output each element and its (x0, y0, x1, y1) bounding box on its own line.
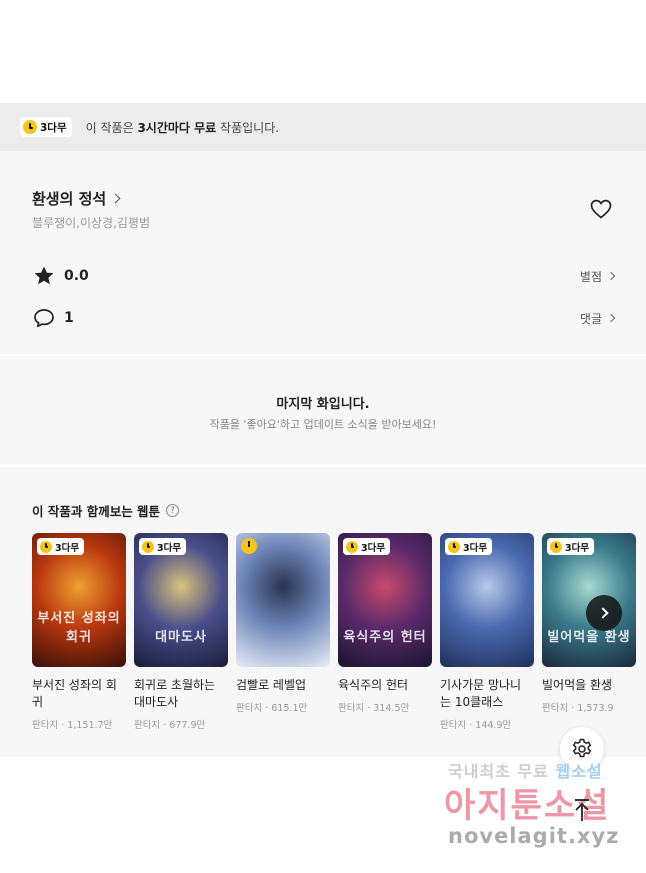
recommendation-meta: 판타지 · 615.1만 (236, 700, 330, 714)
meta-separator: · (568, 703, 578, 714)
recommendation-title: 기사가문 망나니는 10클래스 (440, 678, 522, 709)
clock-icon (346, 540, 358, 553)
chevron-right-icon (596, 607, 609, 619)
recommendation-views: 677.9만 (169, 720, 206, 731)
arrow-up-icon (575, 799, 589, 821)
cover-thumbnail: 3다무 (440, 533, 534, 667)
wait-free-badge-label: 3다무 (463, 542, 488, 554)
wait-free-badge: 3다무 (547, 538, 595, 555)
recommendation-meta: 판타지 · 144.9만 (440, 717, 534, 731)
wait-free-badge-label: 3다무 (55, 542, 80, 554)
work-info-section: 환생의 정석 블루쟁이,이상경,김평범 0.0 별점 1 댓글 (0, 151, 646, 354)
clock-icon (142, 540, 154, 553)
notice-prefix: 이 작품은 (85, 120, 138, 135)
recommendation-title: 부서진 성좌의 회귀 (32, 678, 117, 709)
recommendation-genre: 판타지 (542, 703, 569, 714)
recommendation-views: 1,151.7만 (67, 720, 113, 731)
recommendation-views: 144.9만 (475, 720, 512, 731)
rating-value: 0.0 (64, 268, 89, 284)
clock-icon (23, 120, 37, 134)
meta-separator: · (58, 720, 68, 731)
recommendation-genre: 판타지 (134, 720, 161, 731)
recommendation-card[interactable]: 3다무 부서진 성좌의 회귀 부서진 성좌의 회귀 판타지 · 1,151.7만 (32, 533, 126, 731)
chevron-right-icon (606, 271, 616, 281)
wait-free-badge-label: 3다무 (361, 542, 386, 554)
clock-icon (241, 538, 257, 554)
recommendation-meta: 판타지 · 1,573.9 (542, 700, 636, 714)
star-icon (34, 266, 54, 285)
recommendation-genre: 판타지 (32, 720, 59, 731)
rating-row: 0.0 별점 (32, 263, 616, 289)
recommendation-views: 615.1만 (271, 703, 308, 714)
free-notice-bar: 3다무 이 작품은 3시간마다 무료 작품입니다. (0, 103, 646, 151)
notice-emphasis: 3시간마다 무료 (137, 120, 217, 135)
recommendation-views: 1,573.9 (577, 703, 614, 714)
carousel-next-button[interactable] (586, 595, 622, 631)
cover-title-art: 부서진 성좌의 회귀 (37, 611, 121, 645)
clock-icon (550, 540, 562, 553)
help-icon[interactable]: ? (166, 504, 180, 517)
recommendation-meta: 판타지 · 314.5만 (338, 700, 432, 714)
comment-icon (34, 309, 54, 328)
recommendation-genre: 판타지 (440, 720, 467, 731)
clock-icon (40, 540, 52, 553)
recommendations-title: 이 작품과 함께보는 웹툰 ? (32, 501, 180, 520)
meta-separator: · (364, 703, 374, 714)
last-episode-subtitle: 작품을 '좋아요'하고 업데이트 소식을 받아보세요! (209, 418, 437, 431)
recommendations-title-text: 이 작품과 함께보는 웹툰 (32, 504, 161, 519)
recommendation-title: 빌어먹을 환생 (542, 678, 613, 692)
wait-free-badge: 3다무 (139, 538, 187, 555)
work-title: 환생의 정석 (32, 190, 107, 208)
wait-free-badge: 3다무 (20, 117, 72, 137)
wait-free-badge: 3다무 (445, 538, 493, 555)
recommendation-title: 육식주의 헌터 (338, 678, 409, 692)
chevron-right-icon (606, 313, 616, 323)
heart-icon[interactable] (589, 197, 613, 221)
cover-thumbnail: 3다무빌어먹을 환생 (542, 533, 636, 667)
notice-suffix: 작품입니다. (216, 120, 280, 135)
rating-link[interactable]: 별점 (579, 268, 616, 285)
cover-thumbnail: 3다무부서진 성좌의 회귀 (32, 533, 126, 667)
recommendation-card[interactable]: 3다무대마도사회귀로 초월하는 대마도사판타지 · 677.9만 (134, 533, 228, 731)
cover-title-art: 대마도사 (155, 630, 207, 645)
wait-free-badge: 3다무 (343, 538, 391, 555)
recommendation-genre: 판타지 (338, 703, 365, 714)
recommendation-card[interactable]: 3다무 육식주의 헌터 육식주의 헌터 판타지 · 314.5만 (338, 533, 432, 714)
work-authors: 블루쟁이,이상경,김평범 (32, 216, 151, 230)
last-episode-section: 마지막 화입니다. 작품을 '좋아요'하고 업데이트 소식을 받아보세요! (0, 356, 646, 464)
cover-title-art: 빌어먹을 환생 (547, 630, 631, 645)
recommendation-card[interactable]: 검빨로 레벨업판타지 · 615.1만 (236, 533, 330, 714)
comment-count: 1 (64, 310, 74, 326)
rating-link-label: 별점 (579, 269, 602, 284)
recommendation-card[interactable]: 3다무기사가문 망나니는 10클래스판타지 · 144.9만 (440, 533, 534, 731)
cover-thumbnail: 3다무대마도사 (134, 533, 228, 667)
recommendation-meta: 판타지 · 677.9만 (134, 717, 228, 731)
wait-free-badge-label: 3다무 (40, 121, 67, 134)
watermark: 국내최초 무료 웹소설 아지툰소설 novelagit.xyz (430, 758, 640, 858)
scroll-top-button[interactable] (560, 788, 604, 832)
cover-thumbnail: 3다무육식주의 헌터 (338, 533, 432, 667)
wait-free-badge: 3다무 (37, 538, 85, 555)
cover-thumbnail (236, 533, 330, 667)
recommendation-genre: 판타지 (236, 703, 263, 714)
meta-separator: · (160, 720, 170, 731)
recommendations-section: 이 작품과 함께보는 웹툰 ? 3다무 부서진 성좌의 회귀 부서진 성좌의 회귀 판… (0, 467, 646, 757)
cover-title-art: 육식주의 헌터 (343, 630, 427, 645)
wait-free-badge-label: 3다무 (157, 542, 182, 554)
recommendation-views: 314.5만 (373, 703, 410, 714)
last-episode-title: 마지막 화입니다. (276, 397, 370, 412)
wait-free-badge-label: 3다무 (565, 542, 590, 554)
meta-separator: · (466, 720, 476, 731)
work-title-link[interactable]: 환생의 정석 (32, 188, 121, 209)
comment-link[interactable]: 댓글 (579, 310, 616, 327)
recommendation-title: 검빨로 레벨업 (236, 678, 307, 692)
recommendation-title: 회귀로 초월하는 대마도사 (134, 678, 216, 709)
meta-separator: · (262, 703, 272, 714)
clock-icon (448, 540, 460, 553)
chevron-right-icon (110, 193, 121, 204)
free-notice-text: 이 작품은 3시간마다 무료 작품입니다. (86, 119, 279, 136)
comment-row: 1 댓글 (32, 305, 616, 331)
recommendation-meta: 판타지 · 1,151.7만 (32, 717, 126, 731)
comment-link-label: 댓글 (579, 311, 602, 326)
